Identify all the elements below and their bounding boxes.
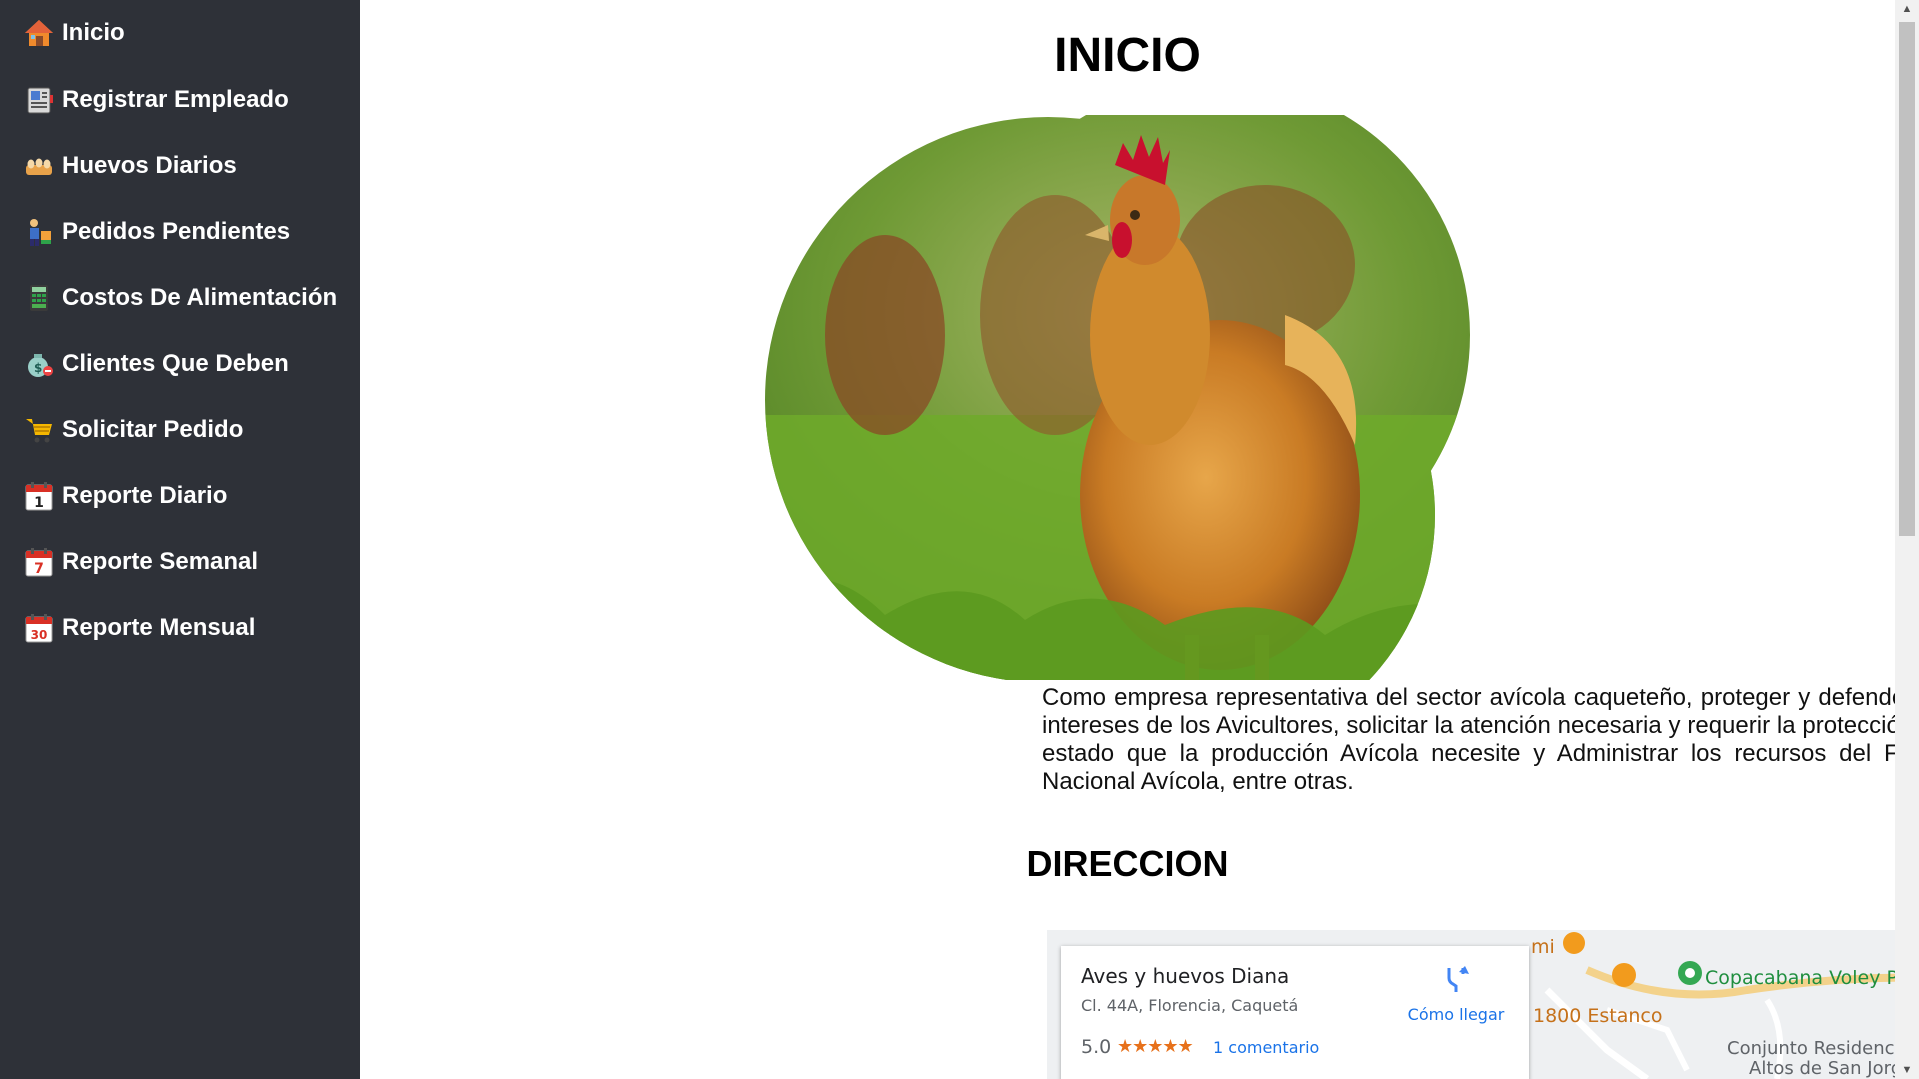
sidebar-item-label: Pedidos Pendientes (62, 218, 291, 245)
directions-icon (1441, 966, 1471, 998)
page-title: INICIO (1054, 29, 1201, 82)
sidebar-item-solicitar-pedido[interactable]: Solicitar Pedido (24, 410, 243, 450)
calendar-30-icon: 30 (24, 613, 54, 643)
place-card: Aves y huevos Diana Cl. 44A, Florencia, … (1061, 946, 1529, 1079)
sidebar-item-label: Costos De Alimentación (62, 284, 338, 311)
place-rating: 5.0 (1081, 1036, 1112, 1058)
embedded-map[interactable]: Copacabana Voley PLaya 1800 Estanco Conj… (1047, 930, 1919, 1079)
place-name: Aves y huevos Diana (1081, 964, 1290, 988)
sidebar-item-reporte-mensual[interactable]: 30 Reporte Mensual (24, 608, 255, 648)
place-address: Cl. 44A, Florencia, Caquetá (1081, 996, 1299, 1015)
svg-text:30: 30 (31, 628, 48, 642)
directions-label: Cómo llegar (1407, 1005, 1505, 1024)
calendar-1-icon: 1 (24, 481, 54, 511)
sidebar-item-pedidos-pendientes[interactable]: Pedidos Pendientes (24, 212, 290, 252)
scrollbar-thumb[interactable] (1899, 22, 1915, 536)
shopping-cart-icon (24, 415, 54, 445)
delivery-person-icon (24, 217, 54, 247)
main-content: INICIO Como empresa representativa del s… (360, 0, 1919, 1079)
map-label-poi: Copacabana Voley PLaya (1705, 967, 1919, 989)
star-rating-icon: ★★★★★ (1117, 1036, 1194, 1056)
sidebar-item-huevos-diarios[interactable]: Huevos Diarios (24, 146, 237, 186)
sidebar-item-costos-de-alimentacion[interactable]: Costos De Alimentación (24, 278, 337, 318)
map-label-area: Conjunto Residencial (1727, 1038, 1916, 1059)
calendar-7-icon: 7 (24, 547, 54, 577)
sidebar-item-label: Reporte Mensual (62, 614, 256, 641)
sidebar-item-label: Clientes Que Deben (62, 350, 289, 377)
sidebar-item-label: Solicitar Pedido (62, 416, 244, 443)
sidebar-item-label: Reporte Diario (62, 482, 228, 509)
sidebar-item-clientes-que-deben[interactable]: $ Clientes Que Deben (24, 344, 289, 384)
sidebar-item-label: Registrar Empleado (62, 86, 289, 113)
svg-text:7: 7 (34, 561, 44, 577)
map-label-poi: mi (1531, 936, 1555, 958)
sidebar-item-label: Reporte Semanal (62, 548, 259, 575)
map-label-area: Altos de San Jorge (1749, 1058, 1914, 1079)
vertical-scrollbar[interactable]: ▲ ▼ (1895, 0, 1919, 1079)
sidebar-item-inicio[interactable]: Inicio (24, 13, 125, 53)
directions-button[interactable]: Cómo llegar (1391, 964, 1521, 1024)
money-bag-icon: $ (24, 349, 54, 379)
svg-text:$: $ (34, 361, 42, 375)
svg-text:1: 1 (34, 495, 44, 511)
sidebar-item-label: Inicio (62, 19, 125, 46)
calculator-icon (24, 283, 54, 313)
company-description: Como empresa representativa del sector a… (1042, 684, 1919, 795)
id-card-icon (24, 85, 54, 115)
reviews-link[interactable]: 1 comentario (1213, 1038, 1319, 1057)
house-icon (24, 18, 54, 48)
sidebar-item-reporte-diario[interactable]: 1 Reporte Diario (24, 476, 227, 516)
sidebar-item-label: Huevos Diarios (62, 152, 237, 179)
egg-tray-icon (24, 151, 54, 181)
sidebar-item-registrar-empleado[interactable]: Registrar Empleado (24, 80, 289, 120)
scroll-down-icon[interactable]: ▼ (1895, 1061, 1919, 1079)
map-label-poi: 1800 Estanco (1533, 1005, 1663, 1027)
address-title: DIRECCION (1026, 843, 1229, 884)
hen-photo (765, 115, 1470, 680)
sidebar-item-reporte-semanal[interactable]: 7 Reporte Semanal (24, 542, 258, 582)
sidebar: Inicio Registrar Empleado Huevos Diarios… (0, 0, 360, 1079)
scroll-up-icon[interactable]: ▲ (1895, 0, 1919, 18)
